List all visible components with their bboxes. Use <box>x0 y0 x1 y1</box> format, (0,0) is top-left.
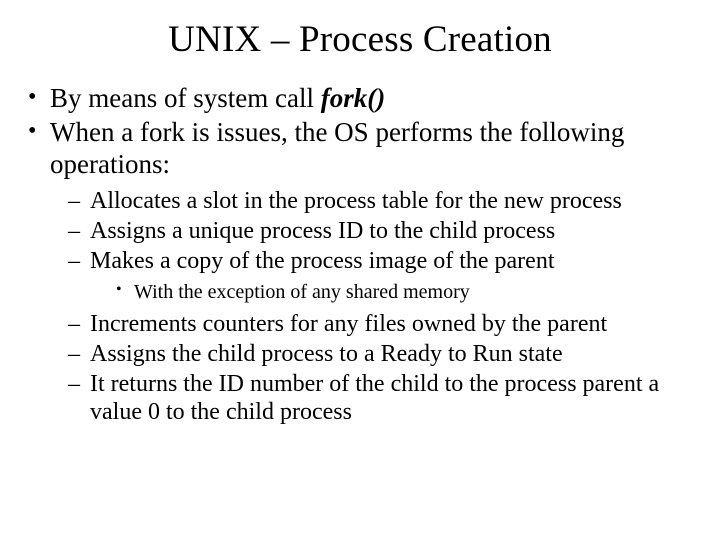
sub-bullet-text: Allocates a slot in the process table fo… <box>90 188 622 214</box>
bullet-list-level2: Allocates a slot in the process table fo… <box>50 187 700 427</box>
sub-bullet-item: Allocates a slot in the process table fo… <box>68 187 700 215</box>
sub-bullet-item: It returns the ID number of the child to… <box>68 370 700 427</box>
bullet-text: By means of system call <box>50 83 321 113</box>
sub-bullet-text: Assigns a unique process ID to the child… <box>90 218 555 244</box>
slide-title: UNIX – Process Creation <box>20 18 700 61</box>
bullet-text: When a fork is issues, the OS performs t… <box>50 117 624 179</box>
sub-bullet-text: Assigns the child process to a Ready to … <box>90 341 563 367</box>
bullet-list-level3: With the exception of any shared memory <box>90 280 700 304</box>
bullet-item: When a fork is issues, the OS performs t… <box>24 117 700 427</box>
subsub-bullet-text: With the exception of any shared memory <box>134 281 470 303</box>
sub-bullet-item: Assigns the child process to a Ready to … <box>68 340 700 368</box>
sub-bullet-item: Makes a copy of the process image of the… <box>68 247 700 303</box>
sub-bullet-item: Increments counters for any files owned … <box>68 310 700 338</box>
sub-bullet-text: Increments counters for any files owned … <box>90 311 607 337</box>
subsub-bullet-item: With the exception of any shared memory <box>116 280 700 304</box>
bullet-item: By means of system call fork() <box>24 83 700 115</box>
slide: UNIX – Process Creation By means of syst… <box>0 0 720 540</box>
sub-bullet-item: Assigns a unique process ID to the child… <box>68 217 700 245</box>
bullet-list-level1: By means of system call fork() When a fo… <box>20 83 700 427</box>
sub-bullet-text: It returns the ID number of the child to… <box>90 371 659 425</box>
sub-bullet-text: Makes a copy of the process image of the… <box>90 248 555 274</box>
fork-keyword: fork() <box>321 83 385 113</box>
